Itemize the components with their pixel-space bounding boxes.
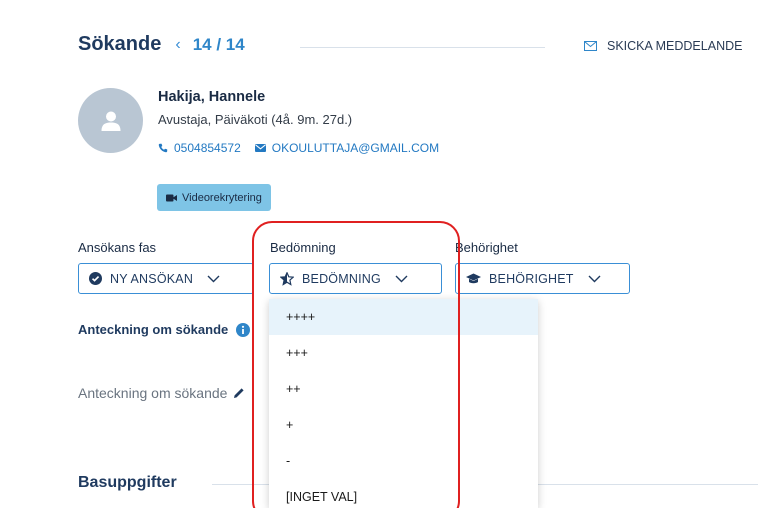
note-field[interactable]: Anteckning om sökande xyxy=(78,385,245,401)
info-icon[interactable] xyxy=(236,322,251,337)
video-recruiting-label: Videorekrytering xyxy=(182,191,262,204)
rating-option-none[interactable]: [INGET VAL] xyxy=(269,479,538,508)
phase-dropdown[interactable]: NY ANSÖKAN xyxy=(78,263,254,294)
rating-option[interactable]: ++ xyxy=(269,371,538,407)
chevron-down-icon xyxy=(395,275,408,282)
phase-label: Ansökans fas xyxy=(78,240,157,255)
phone-link[interactable]: 0504854572 xyxy=(158,141,241,155)
rating-option[interactable]: +++ xyxy=(269,335,538,371)
eligibility-dropdown[interactable]: BEHÖRIGHET xyxy=(455,263,630,294)
applicant-counter: 14 / 14 xyxy=(192,34,245,54)
graduation-cap-icon xyxy=(466,273,481,283)
rating-option[interactable]: ++++ xyxy=(269,299,538,335)
applicant-position: Avustaja, Päiväkoti (4å. 9m. 27d.) xyxy=(158,112,353,127)
video-camera-icon xyxy=(166,194,177,201)
note-label-text: Anteckning om sökande xyxy=(78,322,229,337)
email-link[interactable]: OKOULUTTAJA@GMAIL.COM xyxy=(254,141,440,155)
applicant-contacts: 0504854572 OKOULUTTAJA@GMAIL.COM xyxy=(158,141,439,155)
chevron-left-icon[interactable]: ‹ xyxy=(175,36,180,54)
header-divider xyxy=(300,47,545,48)
star-half-icon xyxy=(280,271,294,286)
rating-label: Bedömning xyxy=(270,240,336,255)
mail-icon xyxy=(584,41,597,51)
note-placeholder: Anteckning om sökande xyxy=(78,385,228,401)
page-title: Sökande xyxy=(78,33,162,55)
send-message-button[interactable]: SKICKA MEDDELANDE xyxy=(584,39,742,53)
eligibility-label: Behörighet xyxy=(455,240,518,255)
rating-option[interactable]: - xyxy=(269,443,538,479)
rating-option[interactable]: + xyxy=(269,407,538,443)
phase-value: NY ANSÖKAN xyxy=(110,271,194,286)
envelope-icon xyxy=(254,144,266,152)
chevron-down-icon xyxy=(207,275,220,282)
video-recruiting-badge[interactable]: Videorekrytering xyxy=(157,184,271,211)
rating-value: BEDÖMNING xyxy=(302,271,381,286)
chevron-down-icon xyxy=(588,275,601,282)
page-header: Sökande ‹ 14 / 14 xyxy=(78,33,245,56)
rating-dropdown-menu: ++++ +++ ++ + - [INGET VAL] xyxy=(269,299,538,508)
send-message-label: SKICKA MEDDELANDE xyxy=(607,39,743,53)
check-circle-icon xyxy=(89,272,102,285)
email-address: OKOULUTTAJA@GMAIL.COM xyxy=(271,141,440,155)
note-section-label: Anteckning om sökande xyxy=(78,322,251,337)
avatar xyxy=(78,88,143,153)
basic-info-heading: Basuppgifter xyxy=(78,474,177,491)
rating-dropdown[interactable]: BEDÖMNING xyxy=(269,263,442,294)
pencil-icon[interactable] xyxy=(233,387,245,399)
phone-number: 0504854572 xyxy=(174,141,241,155)
applicant-name: Hakija, Hannele xyxy=(158,89,266,105)
user-icon xyxy=(101,111,120,131)
eligibility-value: BEHÖRIGHET xyxy=(489,271,574,286)
phone-icon xyxy=(158,143,168,153)
